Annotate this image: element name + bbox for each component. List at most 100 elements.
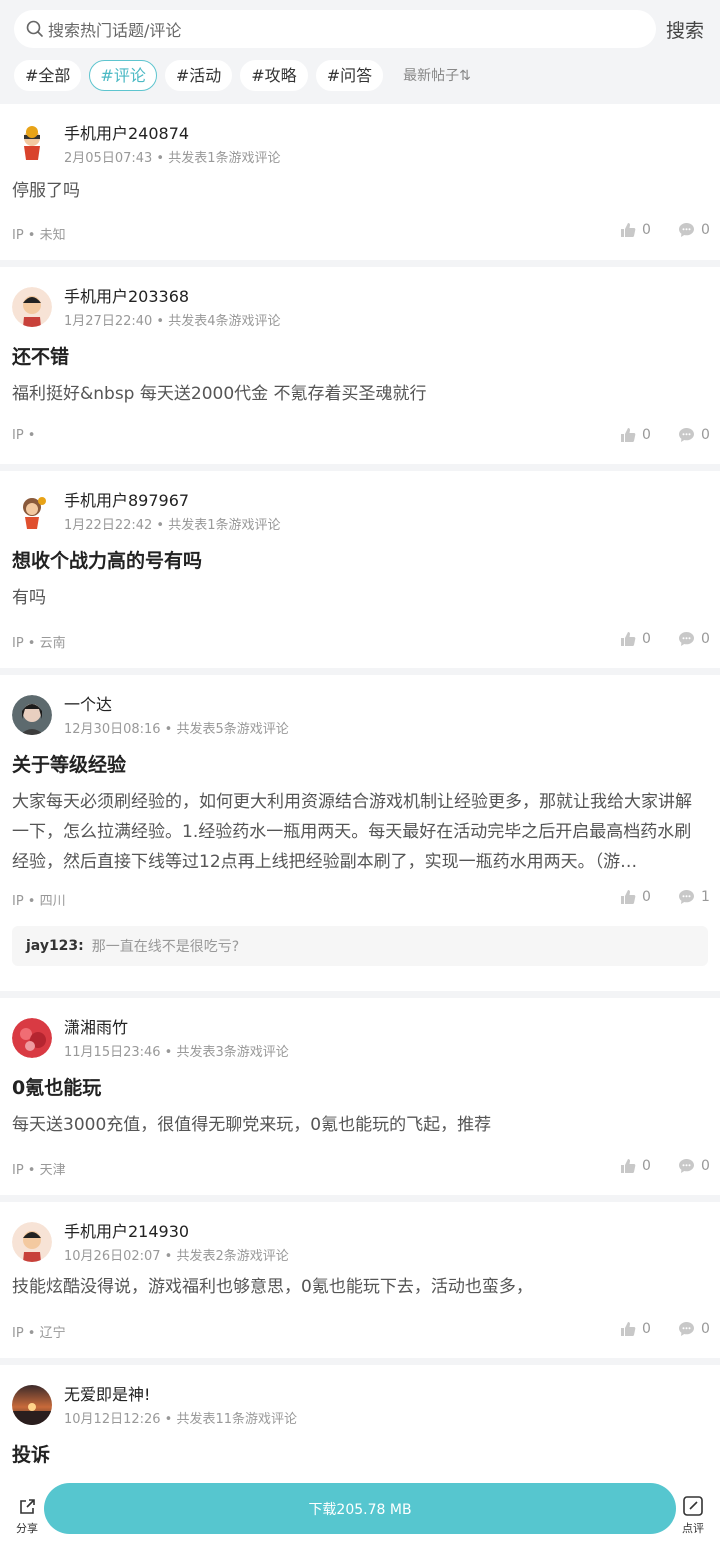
tag-qa[interactable]: #问答 — [315, 59, 384, 91]
reply-preview[interactable]: jay123: 那一直在线不是很吃亏? — [12, 926, 708, 966]
post-meta: 1月22日22:42 • 共发表1条游戏评论 — [64, 518, 281, 533]
search-button[interactable]: 搜索 — [666, 16, 704, 43]
avatar[interactable] — [12, 491, 52, 531]
tag-filter-bar: #全部 #评论 #活动 #攻略 #问答 最新帖子⇅ — [14, 59, 471, 91]
edit-icon — [683, 1496, 703, 1516]
avatar[interactable] — [12, 1222, 52, 1262]
username[interactable]: 手机用户214930 — [64, 1218, 189, 1242]
comment-count: 0 — [701, 222, 710, 238]
username[interactable]: 手机用户897967 — [64, 487, 189, 511]
username[interactable]: 手机用户203368 — [64, 283, 189, 307]
post-card[interactable]: 手机用户240874 2月05日07:43 • 共发表1条游戏评论 停服了吗 I… — [0, 104, 720, 260]
comment-button[interactable]: 0 — [678, 1158, 710, 1174]
post-title: 还不错 — [12, 346, 70, 368]
post-meta: 12月30日08:16 • 共发表5条游戏评论 — [64, 722, 289, 737]
comment-count: 0 — [701, 1158, 710, 1174]
like-count: 0 — [642, 1321, 651, 1337]
post-title: 0氪也能玩 — [12, 1077, 102, 1099]
avatar[interactable] — [12, 1385, 52, 1425]
comment-count: 0 — [701, 1321, 710, 1337]
comment-button[interactable]: 0 — [678, 1321, 710, 1337]
comment-button[interactable]: 0 — [678, 631, 710, 647]
post-content: 有吗 — [12, 588, 46, 608]
thumbs-up-icon — [621, 1322, 636, 1336]
like-button[interactable]: 0 — [620, 889, 651, 905]
comment-button[interactable]: 0 — [678, 222, 710, 238]
ip-location: IP • 四川 — [12, 894, 66, 909]
share-button[interactable]: 分享 — [12, 1497, 42, 1536]
ip-location: IP • 云南 — [12, 636, 66, 651]
post-card[interactable]: 潇湘雨竹 11月15日23:46 • 共发表3条游戏评论 0氪也能玩 每天送30… — [0, 998, 720, 1195]
reply-text: 那一直在线不是很吃亏? — [91, 939, 240, 955]
bottom-action-bar: 分享 下载205.78 MB 点评 — [0, 1471, 720, 1541]
tag-guide[interactable]: #攻略 — [240, 59, 308, 91]
post-title: 想收个战力高的号有吗 — [12, 550, 203, 572]
comment-count: 0 — [701, 427, 710, 443]
download-button[interactable]: 下载205.78 MB — [44, 1483, 676, 1534]
post-meta: 10月26日02:07 • 共发表2条游戏评论 — [64, 1249, 289, 1264]
search-icon — [26, 20, 43, 37]
ip-location: IP • 未知 — [12, 228, 66, 243]
tag-review[interactable]: #评论 — [89, 59, 157, 91]
avatar[interactable] — [12, 124, 52, 164]
comment-icon — [679, 1322, 694, 1336]
avatar[interactable] — [12, 695, 52, 735]
search-input[interactable]: 搜索热门话题/评论 — [14, 10, 656, 48]
like-count: 0 — [642, 889, 651, 905]
like-button[interactable]: 0 — [620, 1158, 651, 1174]
post-meta: 2月05日07:43 • 共发表1条游戏评论 — [64, 151, 281, 166]
tag-all[interactable]: #全部 — [14, 59, 82, 91]
top-bar: 搜索热门话题/评论 搜索 #全部 #评论 #活动 #攻略 #问答 最新帖子⇅ — [0, 0, 720, 104]
review-label: 点评 — [682, 1522, 704, 1535]
thumbs-up-icon — [621, 632, 636, 646]
comment-count: 0 — [701, 631, 710, 647]
reply-username: jay123: — [26, 938, 84, 954]
post-content: 每天送3000充值，很值得无聊党来玩，0氪也能玩的飞起，推荐 — [12, 1115, 492, 1135]
ip-location: IP • 天津 — [12, 1163, 66, 1178]
like-button[interactable]: 0 — [620, 1321, 651, 1337]
post-card[interactable]: 手机用户214930 10月26日02:07 • 共发表2条游戏评论 技能炫酷没… — [0, 1202, 720, 1358]
username[interactable]: 手机用户240874 — [64, 120, 189, 144]
thumbs-up-icon — [621, 428, 636, 442]
like-button[interactable]: 0 — [620, 427, 651, 443]
like-count: 0 — [642, 222, 651, 238]
comment-icon — [679, 1159, 694, 1173]
ip-location: IP • 辽宁 — [12, 1326, 66, 1341]
like-count: 0 — [642, 427, 651, 443]
post-card[interactable]: 手机用户897967 1月22日22:42 • 共发表1条游戏评论 想收个战力高… — [0, 471, 720, 668]
post-content: 技能炫酷没得说，游戏福利也够意思，0氪也能玩下去，活动也蛮多， — [12, 1277, 533, 1297]
comment-icon — [679, 632, 694, 646]
share-label: 分享 — [16, 1522, 38, 1535]
tag-activity[interactable]: #活动 — [164, 59, 233, 91]
post-card[interactable]: 一个达 12月30日08:16 • 共发表5条游戏评论 关于等级经验 大家每天必… — [0, 675, 720, 991]
like-button[interactable]: 0 — [620, 631, 651, 647]
username[interactable]: 潇湘雨竹 — [64, 1014, 128, 1038]
post-content: 停服了吗 — [12, 181, 80, 201]
username[interactable]: 无爱即是神! — [64, 1381, 150, 1405]
avatar[interactable] — [12, 287, 52, 327]
post-content: 大家每天必须刷经验的，如何更大利用资源结合游戏机制让经验更多，那就让我给大家讲解… — [12, 792, 692, 872]
thumbs-up-icon — [621, 890, 636, 904]
comment-button[interactable]: 1 — [678, 889, 710, 905]
share-icon — [20, 1499, 35, 1514]
post-title: 关于等级经验 — [12, 754, 127, 776]
post-meta: 10月12日12:26 • 共发表11条游戏评论 — [64, 1412, 298, 1427]
ip-location: IP • — [12, 428, 36, 443]
post-meta: 1月27日22:40 • 共发表4条游戏评论 — [64, 314, 281, 329]
post-card[interactable]: 手机用户203368 1月27日22:40 • 共发表4条游戏评论 还不错 福利… — [0, 267, 720, 464]
comment-icon — [679, 428, 694, 442]
sort-toggle[interactable]: 最新帖子⇅ — [403, 65, 471, 85]
username[interactable]: 一个达 — [64, 691, 112, 715]
comment-count: 1 — [701, 889, 710, 905]
comment-icon — [679, 890, 694, 904]
post-title: 投诉 — [12, 1444, 51, 1466]
like-button[interactable]: 0 — [620, 222, 651, 238]
thumbs-up-icon — [621, 1159, 636, 1173]
review-button[interactable]: 点评 — [678, 1495, 708, 1536]
avatar[interactable] — [12, 1018, 52, 1058]
comment-icon — [679, 223, 694, 237]
comment-button[interactable]: 0 — [678, 427, 710, 443]
like-count: 0 — [642, 631, 651, 647]
post-meta: 11月15日23:46 • 共发表3条游戏评论 — [64, 1045, 289, 1060]
search-placeholder: 搜索热门话题/评论 — [48, 21, 182, 40]
